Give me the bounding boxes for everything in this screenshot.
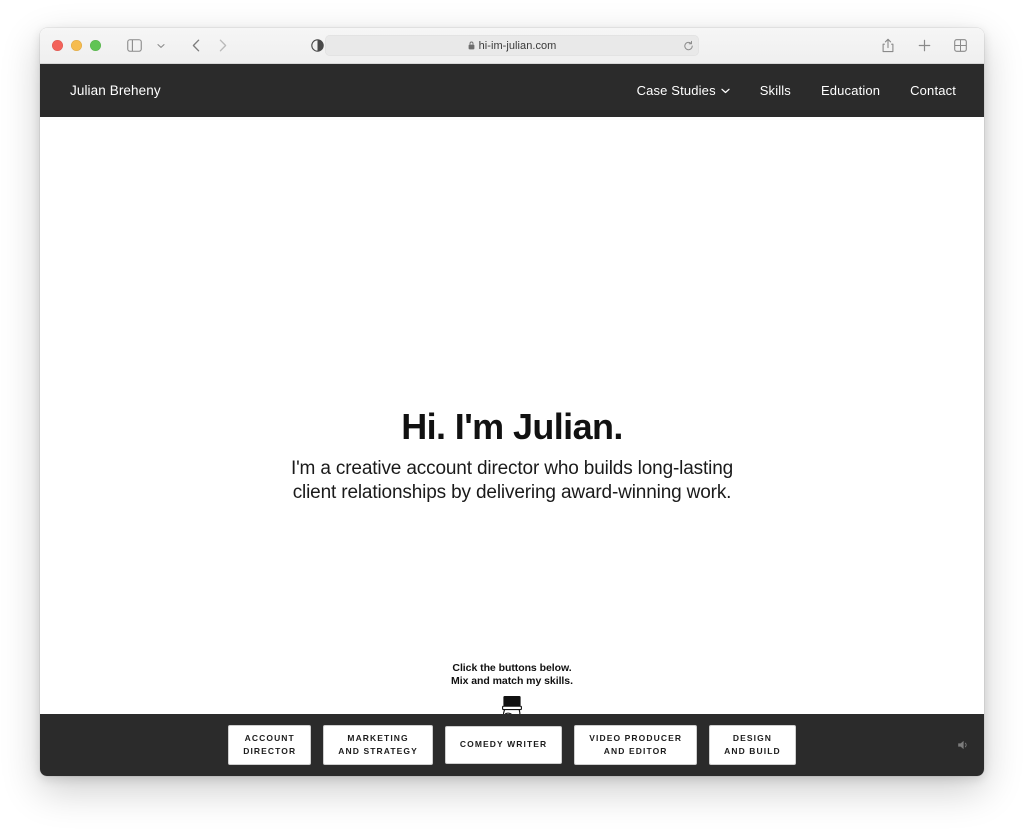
nav-item-case-studies-label: Case Studies: [636, 83, 716, 98]
address-bar-content: hi-im-julian.com: [468, 40, 557, 52]
hero-section: Hi. I'm Julian. I'm a creative account d…: [40, 117, 984, 743]
browser-window: hi-im-julian.com Julian Breheny Case Stu…: [40, 28, 984, 776]
site-brand-logo[interactable]: Julian Breheny: [70, 83, 161, 98]
skill-button-line-1: MARKETING: [347, 732, 409, 743]
website-viewport: Julian Breheny Case Studies Skills Educa…: [40, 64, 984, 776]
share-icon[interactable]: [876, 35, 900, 57]
nav-item-education-label: Education: [820, 83, 881, 98]
chevron-down-icon[interactable]: [149, 35, 173, 57]
skill-button-marketing-and-strategy[interactable]: MARKETING AND STRATEGY: [323, 724, 433, 766]
nav-item-contact-label: Contact: [910, 83, 956, 98]
address-bar[interactable]: hi-im-julian.com: [325, 35, 699, 56]
skill-button-line-1: COMEDY WRITER: [459, 739, 548, 750]
close-window-button[interactable]: [52, 40, 63, 51]
address-bar-container: hi-im-julian.com: [325, 35, 699, 56]
site-navbar: Julian Breheny Case Studies Skills Educa…: [40, 64, 984, 117]
lock-icon: [468, 41, 475, 50]
new-tab-icon[interactable]: [912, 35, 936, 57]
maximize-window-button[interactable]: [90, 40, 101, 51]
skill-buttons-bar: ACCOUNT DIRECTOR MARKETING AND STRATEGY …: [40, 714, 984, 776]
toolbar-right-actions: [876, 35, 972, 57]
skill-button-video-producer-and-editor[interactable]: VIDEO PRODUCER AND EDITOR: [574, 724, 698, 766]
nav-item-education[interactable]: Education: [821, 83, 880, 98]
skill-button-comedy-writer[interactable]: COMEDY WRITER: [444, 726, 563, 764]
tab-overview-icon[interactable]: [948, 35, 972, 57]
nav-item-case-studies[interactable]: Case Studies: [637, 83, 730, 98]
skill-button-line-2: AND STRATEGY: [338, 746, 418, 756]
cta-text-line-1: Click the buttons below.: [452, 662, 572, 674]
forward-icon[interactable]: [211, 35, 235, 57]
hero-subtitle: I'm a creative account director who buil…: [40, 457, 984, 506]
browser-toolbar: hi-im-julian.com: [40, 28, 984, 64]
skill-button-line-2: AND EDITOR: [603, 746, 668, 756]
skill-button-line-1: VIDEO PRODUCER: [589, 732, 683, 743]
skill-button-line-1: DESIGN: [732, 732, 773, 743]
site-nav-links: Case Studies Skills Education Contact: [637, 83, 956, 98]
reload-icon[interactable]: [683, 40, 694, 51]
chevron-down-icon: [721, 88, 730, 94]
sound-icon[interactable]: [956, 738, 970, 752]
minimize-window-button[interactable]: [71, 40, 82, 51]
toolbar-nav-controls: [122, 35, 235, 57]
back-icon[interactable]: [184, 35, 208, 57]
sidebar-icon[interactable]: [122, 35, 146, 57]
skill-button-line-2: AND BUILD: [724, 746, 781, 756]
address-bar-url: hi-im-julian.com: [478, 39, 557, 52]
hero-headline: Hi. I'm Julian.: [401, 406, 623, 447]
nav-item-contact[interactable]: Contact: [910, 83, 956, 98]
nav-item-skills-label: Skills: [759, 83, 791, 98]
skill-button-account-director[interactable]: ACCOUNT DIRECTOR: [228, 724, 312, 766]
skill-button-line-1: ACCOUNT: [244, 732, 295, 743]
hero-subtitle-line-2: client relationships by delivering award…: [292, 481, 732, 503]
hero-text-block: Hi. I'm Julian. I'm a creative account d…: [40, 407, 984, 505]
window-traffic-lights: [52, 40, 101, 51]
skill-button-line-2: DIRECTOR: [243, 746, 297, 756]
nav-item-skills[interactable]: Skills: [760, 83, 791, 98]
skill-button-design-and-build[interactable]: DESIGN AND BUILD: [709, 724, 796, 766]
cta-text-line-2: Mix and match my skills.: [451, 675, 573, 687]
hero-subtitle-line-1: I'm a creative account director who buil…: [290, 457, 734, 479]
